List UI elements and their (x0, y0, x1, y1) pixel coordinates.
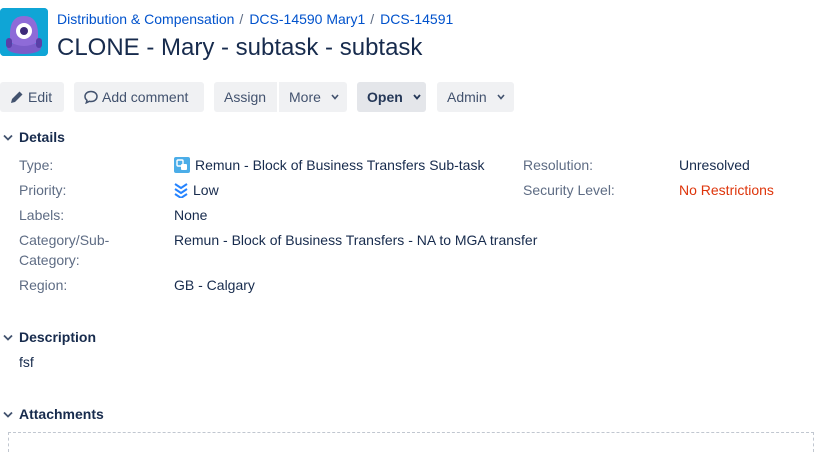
issue-title[interactable]: CLONE - Mary - subtask - subtask (57, 33, 422, 63)
breadcrumb-issue-link[interactable]: DCS-14591 (380, 11, 453, 27)
more-button[interactable]: More (279, 82, 347, 112)
description-text[interactable]: fsf (19, 352, 34, 372)
labels-label: Labels: (19, 207, 65, 223)
type-value-text: Remun - Block of Business Transfers Sub-… (195, 157, 485, 173)
description-section-header[interactable]: Description (0, 328, 96, 346)
subtask-icon (174, 156, 190, 173)
more-label: More (289, 89, 321, 105)
attachments-section-header[interactable]: Attachments (0, 405, 104, 423)
attachments-title: Attachments (19, 406, 104, 422)
add-comment-label: Add comment (102, 89, 189, 105)
robot-avatar-icon (0, 8, 48, 56)
chevron-down-icon (3, 335, 13, 342)
chevron-down-icon (3, 135, 13, 142)
breadcrumb: Distribution & Compensation / DCS-14590 Ma… (57, 10, 453, 28)
breadcrumb-separator: / (239, 11, 244, 27)
breadcrumb-separator: / (370, 11, 375, 27)
chevron-down-icon (3, 412, 13, 419)
assign-label: Assign (224, 89, 267, 105)
priority-low-icon (174, 182, 188, 198)
resolution-label: Resolution: (523, 157, 594, 173)
edit-button[interactable]: Edit (0, 82, 64, 112)
resolution-value: Unresolved (679, 157, 750, 173)
chevron-down-icon (412, 94, 421, 101)
admin-label: Admin (447, 89, 487, 105)
security-level-value: No Restrictions (679, 182, 774, 198)
type-label: Type: (19, 157, 54, 173)
region-label: Region: (19, 277, 68, 293)
description-title: Description (19, 329, 97, 345)
region-value[interactable]: GB - Calgary (174, 275, 255, 295)
breadcrumb-project-link[interactable]: Distribution & Compensation (57, 11, 234, 27)
details-title: Details (19, 129, 65, 145)
priority-value: Low (174, 180, 219, 200)
details-section-header[interactable]: Details (0, 128, 65, 146)
security-level-label: Security Level: (523, 182, 615, 198)
open-label: Open (367, 89, 403, 105)
priority-label: Priority: (19, 182, 67, 198)
breadcrumb-parent-link[interactable]: DCS-14590 Mary1 (249, 11, 365, 27)
pencil-icon (11, 91, 23, 103)
chevron-down-icon (331, 94, 339, 101)
admin-button[interactable]: Admin (437, 82, 514, 112)
priority-value-text: Low (193, 182, 219, 198)
assign-button[interactable]: Assign (214, 82, 277, 112)
attachments-dropzone[interactable] (8, 432, 814, 452)
category-label-line2: Category: (19, 252, 80, 268)
status-open-button[interactable]: Open (357, 82, 426, 112)
category-value[interactable]: Remun - Block of Business Transfers - NA… (174, 230, 537, 250)
chevron-down-icon (496, 94, 505, 101)
labels-value[interactable]: None (174, 205, 207, 225)
project-avatar[interactable] (0, 8, 48, 56)
type-value: Remun - Block of Business Transfers Sub-… (174, 155, 484, 175)
add-comment-button[interactable]: Add comment (74, 82, 204, 112)
comment-bubble-icon (84, 90, 98, 104)
edit-button-label: Edit (28, 89, 53, 105)
category-label-line1: Category/Sub- (19, 232, 110, 248)
